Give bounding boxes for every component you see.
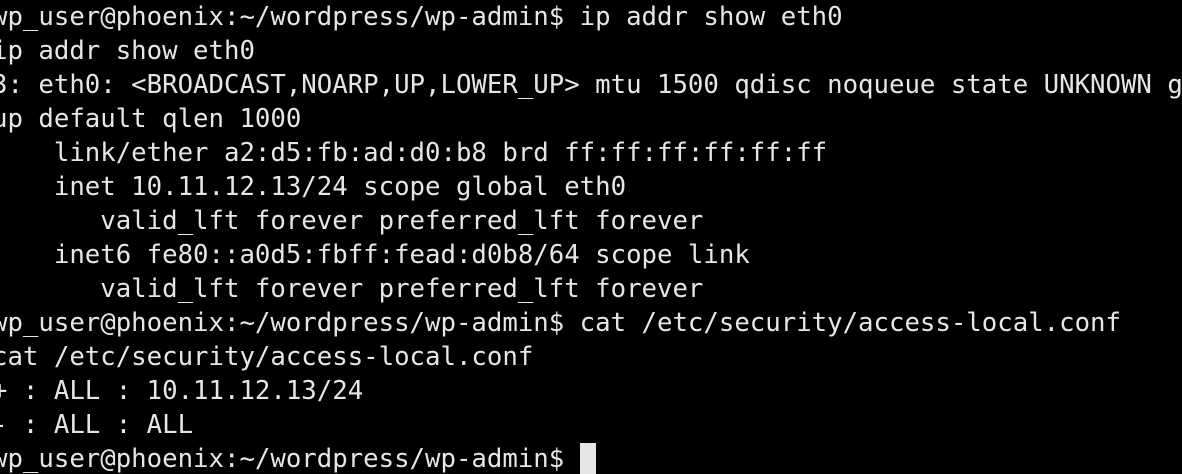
terminal-window[interactable]: wp_user@phoenix:~/wordpress/wp-admin$ ip… (0, 0, 1182, 474)
terminal-output: wp_user@phoenix:~/wordpress/wp-admin$ ip… (0, 0, 1182, 474)
current-prompt-line[interactable]: wp_user@phoenix:~/wordpress/wp-admin$ (0, 442, 597, 474)
output-line: inet6 fe80::a0d5:fbff:fead:d0b8/64 scope… (0, 240, 750, 270)
prompt-line: wp_user@phoenix:~/wordpress/wp-admin$ ca… (0, 308, 1121, 338)
prompt-text: wp_user@phoenix:~/wordpress/wp-admin$ (0, 444, 565, 474)
prompt-line: wp_user@phoenix:~/wordpress/wp-admin$ ip… (0, 2, 843, 32)
output-line: link/ether a2:d5:fb:ad:d0:b8 brd ff:ff:f… (0, 138, 828, 168)
output-line: - : ALL : ALL (0, 410, 194, 440)
output-line: 3: eth0: <BROADCAST,NOARP,UP,LOWER_UP> m… (0, 70, 1182, 100)
output-line: + : ALL : 10.11.12.13/24 (0, 376, 364, 406)
output-line: inet 10.11.12.13/24 scope global eth0 (0, 172, 627, 202)
output-line: ip addr show eth0 (0, 36, 255, 66)
output-line: valid_lft forever preferred_lft forever (0, 206, 704, 236)
text-cursor (580, 443, 597, 474)
output-line: up default qlen 1000 (0, 104, 302, 134)
output-line: valid_lft forever preferred_lft forever (0, 274, 704, 304)
output-line: cat /etc/security/access-local.conf (0, 342, 534, 372)
